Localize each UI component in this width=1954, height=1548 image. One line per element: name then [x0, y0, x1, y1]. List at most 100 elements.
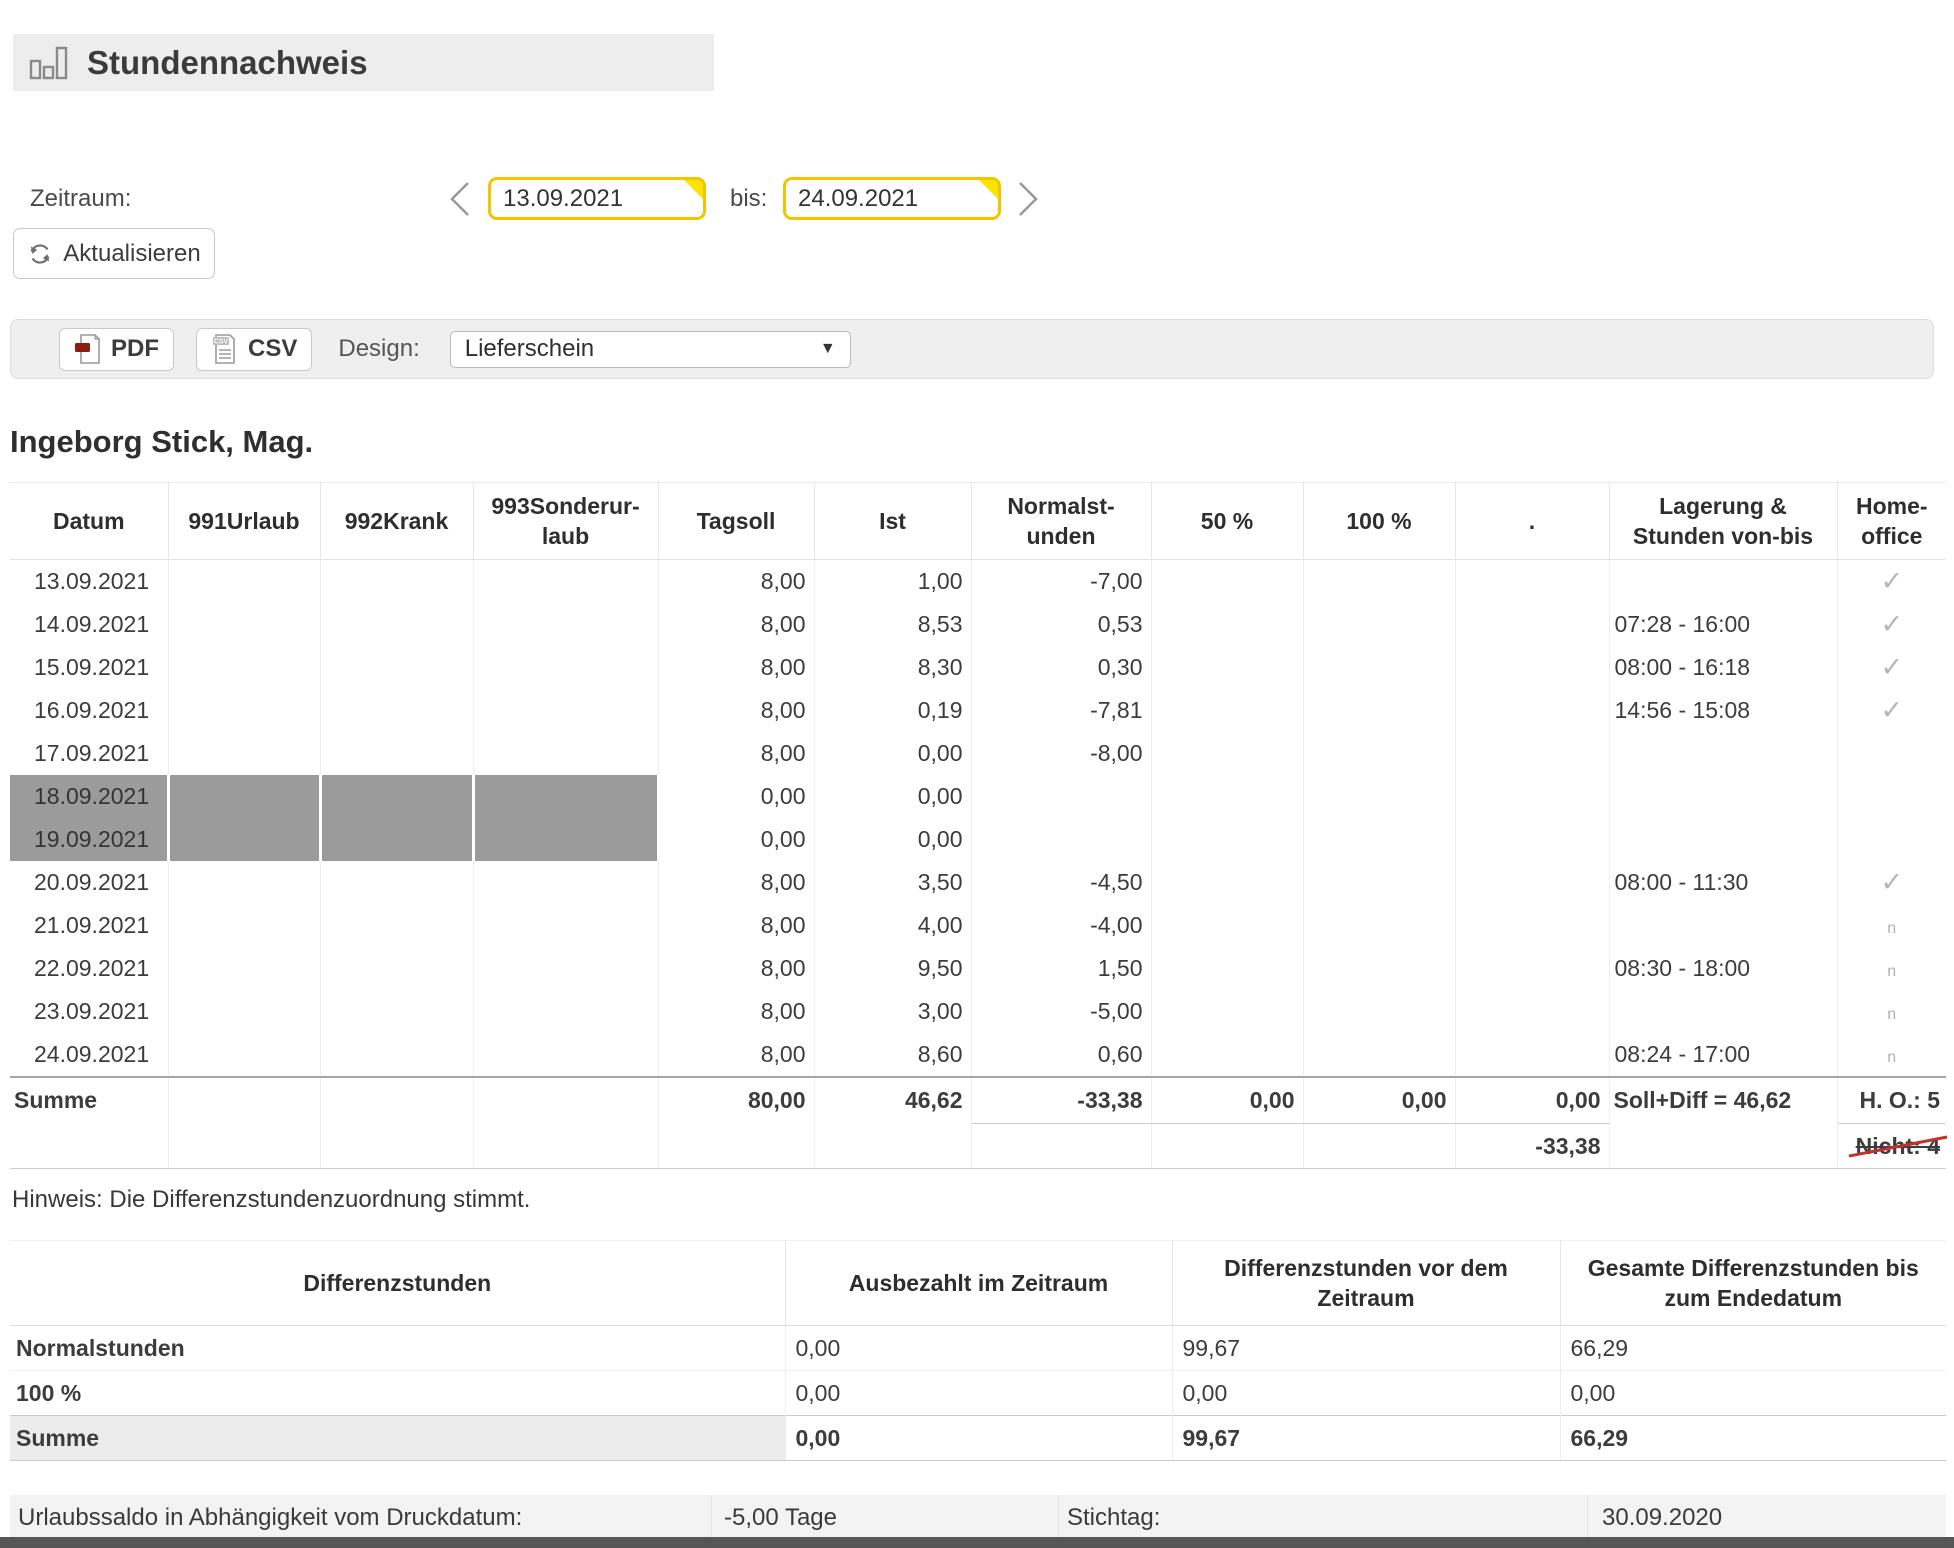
cell-p50: [1151, 1033, 1303, 1077]
cell-p50: [1151, 947, 1303, 990]
cell-tagsoll: 8,00: [658, 904, 814, 947]
stichtag-label: Stichtag:: [1059, 1495, 1588, 1541]
cell-dot: [1455, 646, 1609, 689]
cell-datum: 22.09.2021: [10, 947, 168, 990]
period-to-input[interactable]: [786, 180, 998, 217]
pdf-export-button[interactable]: PDF: [59, 328, 174, 371]
summary-krank: [320, 1077, 473, 1124]
diff-value: 0,00: [1172, 1371, 1560, 1416]
cell-normalstunden: -5,00: [971, 990, 1151, 1033]
cell-datum: 23.09.2021: [10, 990, 168, 1033]
cell-krank: [320, 947, 473, 990]
bis-label: bis:: [730, 185, 767, 213]
hinweis-text: Hinweis: Die Differenzstundenzuordnung s…: [12, 1186, 530, 1214]
diff-column-header-3: Gesamte Differenzstunden biszum Endedatu…: [1560, 1241, 1946, 1326]
diff-value: 99,67: [1172, 1416, 1560, 1461]
cell-tagsoll: 8,00: [658, 1033, 814, 1077]
summary2-normalstunden: [971, 1124, 1151, 1169]
cell-ist: 8,60: [814, 1033, 971, 1077]
diff-row-label: Normalstunden: [10, 1326, 785, 1371]
cell-p100: [1303, 689, 1455, 732]
cell-p50: [1151, 689, 1303, 732]
cell-urlaub: [168, 560, 320, 604]
homeoffice-check-icon: ✓: [1880, 652, 1903, 682]
cell-ist: 8,53: [814, 603, 971, 646]
timesheet-row: 15.09.20218,008,300,3008:00 - 16:18✓: [10, 646, 1946, 689]
cell-lagerung: 07:28 - 16:00: [1609, 603, 1837, 646]
summary-datum: Summe: [10, 1077, 168, 1124]
cell-datum: 14.09.2021: [10, 603, 168, 646]
cell-homeoffice: [1837, 818, 1946, 861]
design-select[interactable]: Lieferschein ▼: [450, 331, 851, 368]
column-header-ist: Ist: [814, 483, 971, 560]
period-label: Zeitraum:: [30, 185, 131, 213]
cell-urlaub: [168, 904, 320, 947]
cell-normalstunden: [971, 775, 1151, 818]
timesheet-row: 17.09.20218,000,00-8,00: [10, 732, 1946, 775]
column-header-datum: Datum: [10, 483, 168, 560]
cell-urlaub: [168, 689, 320, 732]
diff-value: 0,00: [785, 1371, 1172, 1416]
column-header-p50: 50 %: [1151, 483, 1303, 560]
bar-chart-icon: [27, 42, 69, 84]
cell-datum: 21.09.2021: [10, 904, 168, 947]
cell-datum: 15.09.2021: [10, 646, 168, 689]
cell-sonderurlaub: [473, 1033, 658, 1077]
summary-p50: 0,00: [1151, 1077, 1303, 1124]
timesheet-row: 18.09.20210,000,00: [10, 775, 1946, 818]
summary2-lagerung: [1609, 1124, 1837, 1169]
cell-normalstunden: -8,00: [971, 732, 1151, 775]
cell-p100: [1303, 732, 1455, 775]
cell-datum: 19.09.2021: [10, 818, 168, 861]
chevron-right-icon: [1012, 179, 1044, 219]
summary-urlaub: [168, 1077, 320, 1124]
summary-p100: 0,00: [1303, 1077, 1455, 1124]
cell-lagerung: 08:30 - 18:00: [1609, 947, 1837, 990]
timesheet-row: 16.09.20218,000,19-7,8114:56 - 15:08✓: [10, 689, 1946, 732]
period-from-input[interactable]: [491, 180, 703, 217]
summary-normalstunden: -33,38: [971, 1077, 1151, 1124]
summary-homeoffice: H. O.: 5: [1837, 1077, 1946, 1124]
diff-value: 0,00: [785, 1326, 1172, 1371]
previous-period-button[interactable]: [444, 179, 476, 219]
cell-ist: 3,00: [814, 990, 971, 1033]
timesheet-row: 19.09.20210,000,00: [10, 818, 1946, 861]
cell-dot: [1455, 732, 1609, 775]
summary2-urlaub: [168, 1124, 320, 1169]
cell-krank: [320, 732, 473, 775]
cell-homeoffice: [1837, 775, 1946, 818]
cell-homeoffice: ✓: [1837, 689, 1946, 732]
cell-tagsoll: 8,00: [658, 689, 814, 732]
cell-p100: [1303, 861, 1455, 904]
page-header: Stundennachweis: [13, 34, 714, 91]
csv-export-button[interactable]: CSV CSV: [196, 328, 312, 371]
diff-row-normalstunden: Normalstunden0,0099,6766,29: [10, 1326, 1946, 1371]
cell-krank: [320, 689, 473, 732]
diff-value: 0,00: [785, 1416, 1172, 1461]
page: Stundennachweis Zeitraum: bis:: [0, 0, 1954, 1548]
cell-p100: [1303, 560, 1455, 604]
next-period-button[interactable]: [1012, 179, 1044, 219]
cell-krank: [320, 818, 473, 861]
cell-p100: [1303, 775, 1455, 818]
cell-urlaub: [168, 818, 320, 861]
column-header-sonderurlaub: 993Sonderur-laub: [473, 483, 658, 560]
cell-tagsoll: 8,00: [658, 560, 814, 604]
timesheet-summary-row: Summe80,0046,62-33,380,000,000,00Soll+Di…: [10, 1077, 1946, 1124]
cell-normalstunden: 1,50: [971, 947, 1151, 990]
cell-sonderurlaub: [473, 646, 658, 689]
cell-homeoffice: ✓: [1837, 603, 1946, 646]
cell-ist: 4,00: [814, 904, 971, 947]
cell-dot: [1455, 775, 1609, 818]
summary2-dot: -33,38: [1455, 1124, 1609, 1169]
cell-lagerung: 14:56 - 15:08: [1609, 689, 1837, 732]
homeoffice-n-mark: n: [1887, 920, 1896, 937]
pdf-button-label: PDF: [111, 335, 159, 363]
homeoffice-check-icon: ✓: [1880, 609, 1903, 639]
cell-p50: [1151, 732, 1303, 775]
refresh-button[interactable]: Aktualisieren: [13, 228, 215, 279]
diff-value: 99,67: [1172, 1326, 1560, 1371]
cell-p100: [1303, 603, 1455, 646]
refresh-icon: [27, 241, 53, 267]
cell-p50: [1151, 560, 1303, 604]
